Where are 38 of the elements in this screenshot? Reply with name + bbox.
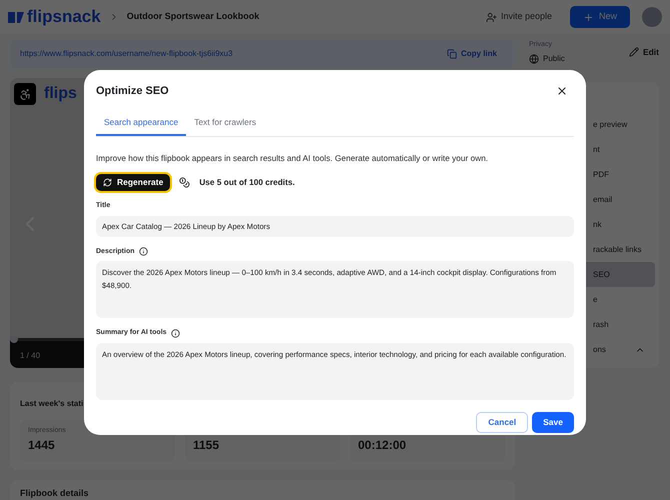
avatar[interactable] [642, 7, 662, 27]
intro-text: Improve how this flipbook appears in search results and AI tools. Generate automatically or write your own. [96, 152, 489, 164]
accessibility-icon [18, 88, 32, 100]
pencil-icon [628, 47, 639, 58]
logo-mark-icon [8, 10, 24, 24]
edit-button[interactable]: Edit [628, 46, 659, 59]
add-user-icon [486, 12, 497, 22]
page-counter: 1 / 40 [20, 350, 40, 362]
flipbook-url[interactable]: https://www.flipsnack.com/username/new-flipbook-tjs6ii9xu3 [20, 48, 233, 60]
metric-value: 1445 [28, 437, 56, 454]
info-icon[interactable] [170, 328, 180, 338]
info-icon[interactable] [138, 247, 148, 256]
credits-text: Use 5 out of 100 credits. [199, 176, 295, 189]
regenerate-button[interactable]: Regenerate [96, 174, 170, 192]
globe-icon [529, 54, 539, 64]
privacy-value[interactable]: Public [529, 52, 565, 64]
new-button[interactable]: New [570, 6, 630, 28]
logo[interactable]: flipsnack [8, 4, 101, 30]
tab[interactable]: Text for crawlers [186, 116, 264, 136]
tab[interactable]: Search appearance [96, 116, 186, 136]
accessibility-button[interactable] [14, 83, 36, 105]
copy-icon [446, 49, 457, 59]
metric-value: 1155 [193, 437, 220, 454]
cancel-button[interactable]: Cancel [476, 412, 528, 433]
invite-button[interactable]: Invite people [486, 10, 552, 24]
coin-icon [179, 177, 190, 188]
plus-icon [582, 12, 594, 22]
refresh-icon [103, 178, 112, 188]
flipbook-title: Outdoor Sportswear Lookbook [126, 10, 260, 24]
dialog-title: Optimize SEO [96, 84, 169, 99]
viewer-logo: flips [44, 84, 77, 104]
details-title: Flipbook details [20, 488, 89, 498]
progress-thumb[interactable] [10, 335, 18, 343]
save-button[interactable]: Save [532, 412, 574, 433]
metric-value: 00:12:00 [358, 437, 408, 454]
copy-link-button[interactable]: Copy link [446, 48, 497, 60]
stats-title: Last week's stati [20, 398, 84, 410]
close-icon[interactable] [556, 85, 568, 97]
